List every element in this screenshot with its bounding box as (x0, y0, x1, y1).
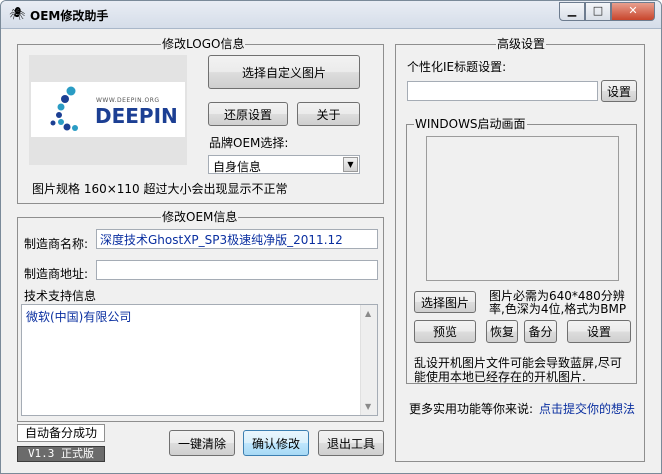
boot-screen-group-legend: WINDOWS启动画面 (414, 117, 527, 131)
ie-title-set-button[interactable]: 设置 (601, 80, 637, 102)
boot-requirement-line2: 率,色深为4位,格式为BMP (489, 302, 627, 316)
boot-warning-line1: 乱设开机图片文件可能会导致蓝屏,尽可 (414, 356, 622, 370)
manufacturer-input[interactable]: 深度技术GhostXP_SP3极速纯净版_2011.12 (96, 229, 378, 249)
status-badge: 自动备分成功 (17, 424, 105, 442)
deepin-logo: WWW.DEEPIN.ORG DEEPIN (31, 82, 185, 137)
choose-logo-image-button[interactable]: 选择自定义图片 (208, 55, 360, 89)
brand-oem-label: 品牌OEM选择: (209, 136, 289, 150)
title-bar[interactable]: 🕷 OEM修改助手 ▁ □ ✕ (1, 1, 661, 29)
image-spec-note: 图片规格 160×110 超过大小会出现显示不正常 (32, 182, 288, 196)
support-info-text: 微软(中国)有限公司 (26, 310, 132, 324)
boot-set-button[interactable]: 设置 (567, 320, 631, 343)
ie-title-input[interactable] (407, 81, 598, 101)
boot-backup-button[interactable]: 备分 (524, 320, 557, 343)
confirm-changes-button[interactable]: 确认修改 (243, 430, 309, 456)
manufacturer-label: 制造商名称: (24, 237, 89, 251)
support-info-textarea[interactable]: 微软(中国)有限公司 ▲ ▼ (21, 304, 378, 416)
boot-image-preview (426, 136, 619, 281)
manufacturer-address-input[interactable] (96, 260, 378, 280)
minimize-button[interactable]: ▁ (559, 2, 585, 21)
boot-requirement-line1: 图片必需为640*480分辨 (489, 289, 625, 303)
boot-restore-button[interactable]: 恢复 (486, 320, 518, 343)
support-info-label: 技术支持信息 (24, 289, 97, 303)
exit-tool-button[interactable]: 退出工具 (318, 430, 384, 456)
brand-oem-select-value: 自身信息 (213, 160, 262, 174)
window-title: OEM修改助手 (30, 9, 109, 23)
logo-preview: WWW.DEEPIN.ORG DEEPIN (29, 55, 187, 165)
advanced-group-legend: 高级设置 (496, 37, 547, 51)
version-badge: V1.3 正式版 (17, 446, 105, 462)
oem-group-legend: 修改OEM信息 (161, 210, 239, 224)
close-button[interactable]: ✕ (611, 2, 655, 21)
manufacturer-address-label: 制造商地址: (24, 267, 89, 281)
preview-button[interactable]: 预览 (414, 320, 476, 343)
feedback-link[interactable]: 点击提交你的想法 (539, 402, 635, 416)
about-button[interactable]: 关于 (297, 102, 360, 126)
support-info-scrollbar[interactable]: ▲ ▼ (360, 305, 377, 415)
chevron-down-icon[interactable]: ▼ (343, 157, 358, 172)
brand-oem-select[interactable]: 自身信息 ▼ (208, 155, 360, 174)
scroll-up-icon[interactable]: ▲ (365, 309, 371, 318)
scroll-down-icon[interactable]: ▼ (365, 402, 371, 411)
window-controls: ▁ □ ✕ (559, 2, 655, 21)
restore-settings-button[interactable]: 还原设置 (208, 102, 288, 126)
app-window: 🕷 OEM修改助手 ▁ □ ✕ 修改LOGO信息 WWW.DEEPIN.ORG … (0, 0, 662, 474)
one-click-clear-button[interactable]: 一键清除 (169, 430, 235, 456)
logo-site-text: WWW.DEEPIN.ORG (96, 97, 160, 104)
boot-warning-line2: 能使用本地已经存在的开机图片. (414, 370, 586, 384)
choose-boot-image-button[interactable]: 选择图片 (414, 291, 476, 313)
maximize-button[interactable]: □ (585, 2, 611, 21)
app-spider-icon: 🕷 (9, 7, 26, 22)
more-features-text: 更多实用功能等你来说: (409, 402, 534, 416)
ie-title-label: 个性化IE标题设置: (407, 60, 507, 74)
logo-brand-text: DEEPIN (95, 104, 178, 128)
logo-group-legend: 修改LOGO信息 (161, 37, 246, 51)
